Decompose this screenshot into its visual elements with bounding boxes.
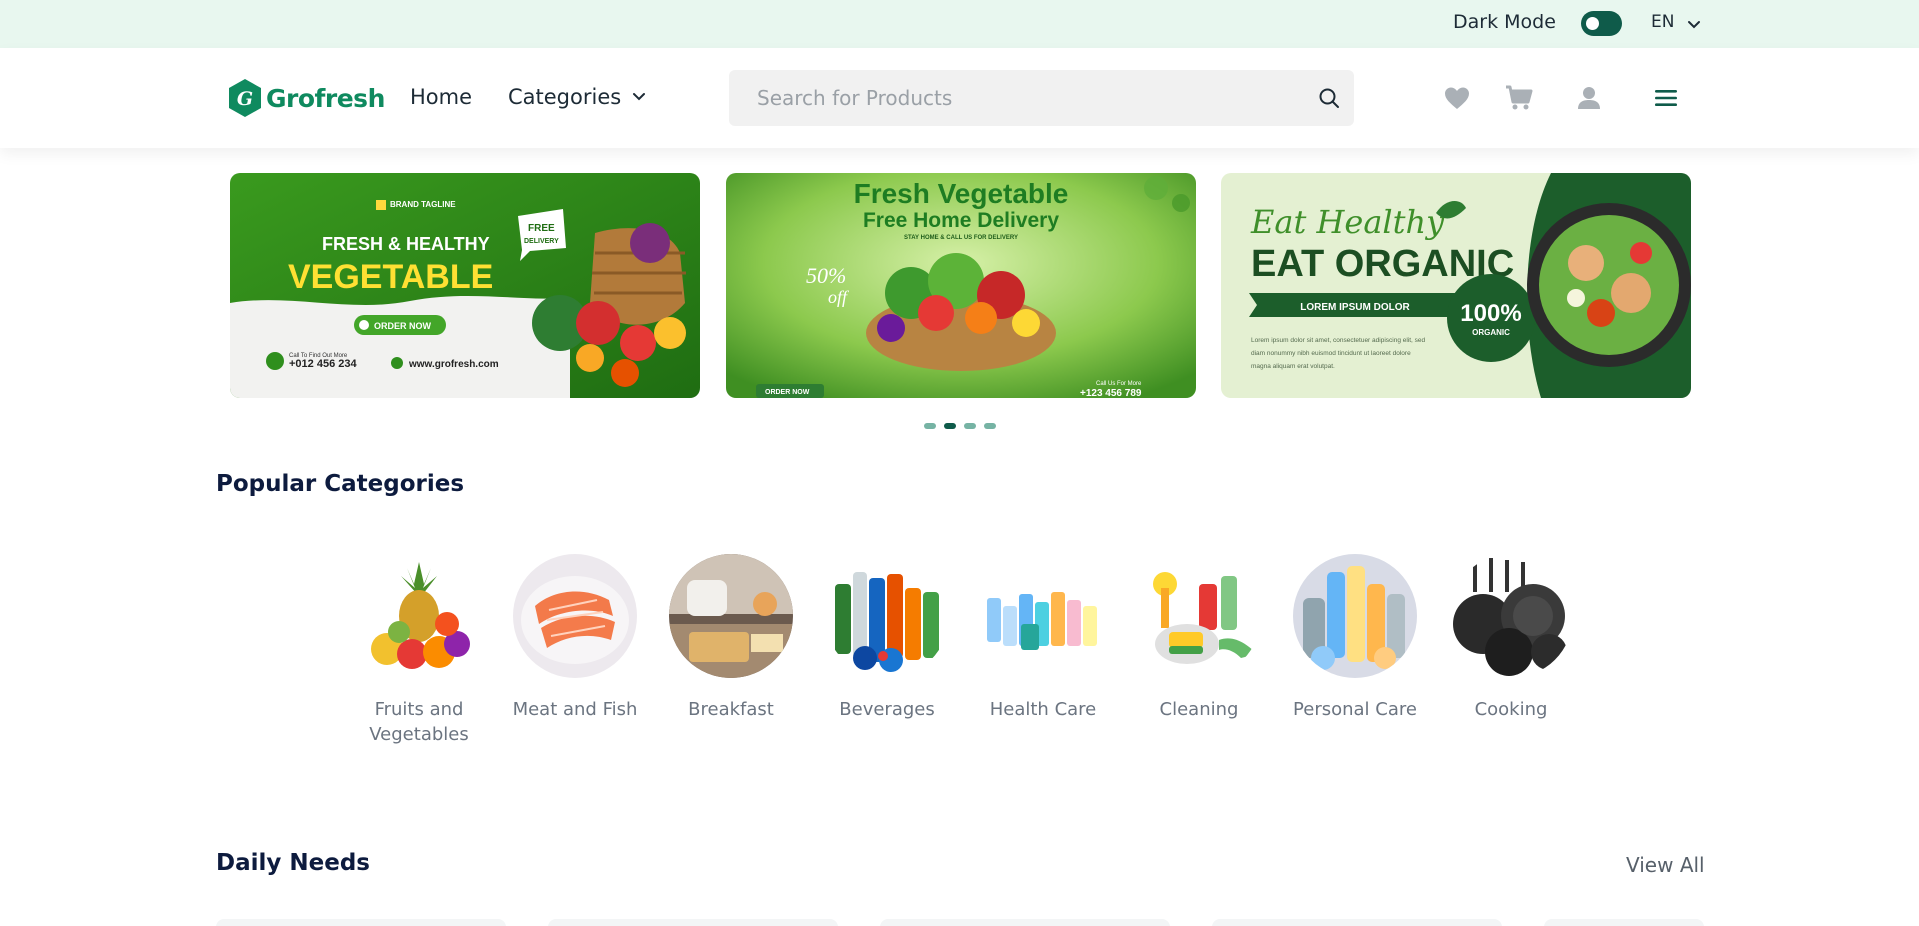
banner-graphic: BRAND TAGLINE FRESH & HEALTHY VEGETABLE … xyxy=(230,173,700,398)
svg-text:G: G xyxy=(237,88,253,110)
promo-banner-eat-organic[interactable]: Eat Healthy EAT ORGANIC LOREM IPSUM DOLO… xyxy=(1221,173,1691,398)
banner-headline: FRESH & HEALTHY xyxy=(322,234,490,254)
banner-cta: ORDER NOW xyxy=(374,321,432,331)
category-label: Breakfast xyxy=(688,699,774,720)
banner-seal-value: 100% xyxy=(1460,300,1521,327)
promo-banner-vegetable[interactable]: BRAND TAGLINE FRESH & HEALTHY VEGETABLE … xyxy=(230,173,700,398)
category-image xyxy=(513,554,637,678)
category-image xyxy=(825,554,949,678)
banner-graphic: Eat Healthy EAT ORGANIC LOREM IPSUM DOLO… xyxy=(1221,173,1691,398)
heart-icon[interactable] xyxy=(1441,82,1473,114)
banner-phone: +123 456 789 xyxy=(1080,388,1142,398)
banner-title: Fresh Vegetable xyxy=(854,178,1069,209)
product-card[interactable] xyxy=(548,919,838,926)
svg-text:diam nonummy nibh euismod tinc: diam nonummy nibh euismod tincidunt ut l… xyxy=(1251,350,1411,357)
brand-logo[interactable]: G Grofresh xyxy=(228,78,385,118)
product-card[interactable] xyxy=(1544,919,1704,926)
chevron-down-icon xyxy=(633,93,646,101)
fish-icon xyxy=(513,554,637,678)
banner-graphic: Fresh Vegetable Free Home Delivery STAY … xyxy=(726,173,1196,398)
category-label: Meat and Fish xyxy=(512,699,638,720)
banner-subtitle: Free Home Delivery xyxy=(863,209,1059,232)
carousel-pagination xyxy=(924,423,996,429)
category-label: Fruits and Vegetables xyxy=(369,699,469,745)
svg-text:off: off xyxy=(828,287,850,307)
search-input[interactable] xyxy=(729,70,1289,126)
category-label: Beverages xyxy=(839,699,935,720)
dark-mode-toggle[interactable] xyxy=(1581,11,1622,36)
banner-website: www.grofresh.com xyxy=(408,359,499,370)
category-label: Cleaning xyxy=(1159,699,1239,720)
personal-care-icon xyxy=(1293,554,1417,678)
user-icon[interactable] xyxy=(1573,82,1605,114)
banner-seal-label: ORGANIC xyxy=(1472,328,1510,337)
category-fruits-and-vegetables[interactable]: Fruits and Vegetables xyxy=(341,554,497,747)
banner-script-title: Eat Healthy xyxy=(1250,203,1445,241)
nav-categories-dropdown[interactable]: Categories xyxy=(508,85,647,109)
category-cooking[interactable]: Cooking xyxy=(1433,554,1589,722)
category-health-care[interactable]: Health Care xyxy=(965,554,1121,722)
banner-cta: ORDER NOW xyxy=(765,389,810,396)
logo-icon: G xyxy=(229,79,261,117)
chevron-down-icon[interactable] xyxy=(1686,17,1702,33)
nav-home-link[interactable]: Home xyxy=(410,85,472,109)
view-all-link[interactable]: View All xyxy=(1626,853,1705,877)
banner-badge: FREE xyxy=(528,223,555,234)
banner-tagline: BRAND TAGLINE xyxy=(390,200,456,209)
main-header: G Grofresh Home Categories xyxy=(0,48,1919,148)
language-selector[interactable]: EN xyxy=(1651,12,1674,32)
svg-text:Call Us For More: Call Us For More xyxy=(1096,381,1142,387)
product-card[interactable] xyxy=(880,919,1170,926)
banner-note: STAY HOME & CALL US FOR DELIVERY xyxy=(904,235,1018,241)
category-breakfast[interactable]: Breakfast xyxy=(653,554,809,722)
nav-categories-label: Categories xyxy=(508,85,622,109)
category-image xyxy=(357,554,481,678)
promo-banner-fresh-vegetable[interactable]: Fresh Vegetable Free Home Delivery STAY … xyxy=(726,173,1196,398)
banner-ribbon: LOREM IPSUM DOLOR xyxy=(1300,302,1410,313)
product-card[interactable] xyxy=(216,919,506,926)
category-cleaning[interactable]: Cleaning xyxy=(1121,554,1277,722)
breakfast-icon xyxy=(669,554,793,678)
svg-text:DELIVERY: DELIVERY xyxy=(524,238,559,245)
category-label: Health Care xyxy=(989,699,1097,720)
category-image xyxy=(1293,554,1417,678)
svg-text:Lorem ipsum dolor sit amet, co: Lorem ipsum dolor sit amet, consectetuer… xyxy=(1251,337,1426,344)
category-label: Personal Care xyxy=(1293,699,1417,720)
menu-icon[interactable] xyxy=(1650,82,1682,114)
carousel-dot[interactable] xyxy=(964,423,976,429)
carousel-dot[interactable] xyxy=(984,423,996,429)
product-card[interactable] xyxy=(1212,919,1502,926)
banner-discount: 50% xyxy=(806,263,846,288)
search-bar xyxy=(729,70,1354,126)
category-personal-care[interactable]: Personal Care xyxy=(1277,554,1433,722)
category-image xyxy=(981,554,1105,678)
category-image xyxy=(1449,554,1573,678)
search-icon[interactable] xyxy=(1317,86,1341,110)
brand-name: Grofresh xyxy=(266,83,385,113)
carousel-dot[interactable] xyxy=(944,423,956,429)
category-beverages[interactable]: Beverages xyxy=(809,554,965,722)
top-bar: Dark Mode EN xyxy=(0,0,1919,48)
fruits-icon xyxy=(357,554,481,678)
svg-text:magna aliquam erat volutpat.: magna aliquam erat volutpat. xyxy=(1251,363,1335,370)
category-meat-and-fish[interactable]: Meat and Fish xyxy=(497,554,653,722)
daily-needs-title: Daily Needs xyxy=(216,850,370,876)
category-label: Cooking xyxy=(1474,699,1548,720)
cart-icon[interactable] xyxy=(1503,82,1535,114)
carousel-dot[interactable] xyxy=(924,423,936,429)
category-image xyxy=(669,554,793,678)
dark-mode-label: Dark Mode xyxy=(1453,11,1556,33)
banner-phone: +012 456 234 xyxy=(289,358,357,370)
cleaning-icon xyxy=(1137,554,1261,678)
health-care-icon xyxy=(981,554,1105,678)
bottles-icon xyxy=(825,554,949,678)
cookware-icon xyxy=(1449,554,1573,678)
toggle-knob xyxy=(1586,17,1599,30)
popular-categories-title: Popular Categories xyxy=(216,471,465,497)
category-image xyxy=(1137,554,1261,678)
banner-title: VEGETABLE xyxy=(288,258,493,296)
